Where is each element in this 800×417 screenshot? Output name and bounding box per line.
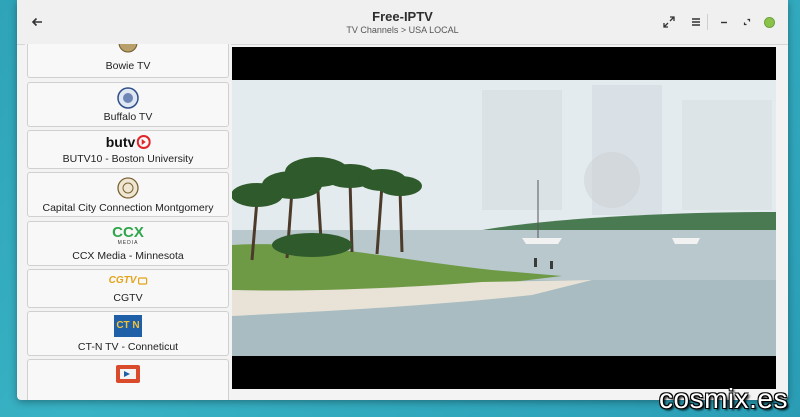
channel-item-ct-n-tv[interactable]: CT N CT-N TV - Conneticut bbox=[27, 311, 229, 356]
channel-item-butv10[interactable]: butv BUTV10 - Boston University bbox=[27, 130, 229, 169]
fullscreen-icon bbox=[663, 16, 675, 28]
ccx-logo: CCX MEDIA bbox=[112, 224, 144, 246]
city-seal-icon bbox=[117, 87, 139, 109]
channel-logo-icon bbox=[114, 363, 142, 385]
close-button[interactable] bbox=[757, 10, 781, 34]
hamburger-menu-icon bbox=[692, 18, 700, 26]
channel-name: BUTV10 - Boston University bbox=[62, 153, 194, 165]
header-bar: Free-IPTV TV Channels > USA LOCAL bbox=[17, 0, 788, 45]
watermark-text: cosmix.es bbox=[659, 383, 788, 414]
channel-item-buffalo-tv[interactable]: Buffalo TV bbox=[27, 82, 229, 127]
minimize-button[interactable] bbox=[712, 10, 736, 34]
channel-item-bowie-tv[interactable]: Bowie TV bbox=[27, 44, 229, 78]
ctn-logo: CT N bbox=[114, 315, 142, 337]
menu-button[interactable] bbox=[684, 10, 708, 34]
channel-name: CCX Media - Minnesota bbox=[72, 250, 184, 262]
channel-name: CT-N TV - Conneticut bbox=[77, 341, 179, 353]
app-window: Free-IPTV TV Channels > USA LOCAL Bowie … bbox=[17, 0, 788, 400]
maximize-icon bbox=[743, 18, 751, 26]
cgtv-logo: CGTV bbox=[109, 275, 148, 286]
channel-item-capital-city[interactable]: Capital City Connection Montgomery bbox=[27, 172, 229, 217]
channel-item-ccx-media[interactable]: CCX MEDIA CCX Media - Minnesota bbox=[27, 221, 229, 266]
video-player[interactable] bbox=[232, 47, 776, 389]
titlebar-separator bbox=[707, 14, 708, 30]
channel-name: Capital City Connection Montgomery bbox=[42, 202, 214, 214]
city-seal-icon bbox=[117, 177, 139, 199]
channel-item-cgtv[interactable]: CGTV CGTV bbox=[27, 269, 229, 308]
minimize-icon bbox=[721, 21, 727, 24]
maximize-button[interactable] bbox=[735, 10, 759, 34]
channel-list[interactable]: Bowie TV Buffalo TV butv BUTV10 - Boston… bbox=[25, 44, 231, 400]
video-scene-image bbox=[232, 80, 776, 356]
fullscreen-button[interactable] bbox=[657, 10, 681, 34]
butv-logo: butv bbox=[106, 134, 151, 150]
channel-name: Bowie TV bbox=[105, 60, 151, 72]
channel-name: Buffalo TV bbox=[103, 111, 153, 123]
channel-name: CGTV bbox=[113, 292, 143, 304]
city-seal-icon bbox=[118, 44, 138, 53]
channel-item-partial[interactable] bbox=[27, 359, 229, 400]
video-frame bbox=[232, 80, 776, 356]
close-icon bbox=[763, 16, 775, 28]
